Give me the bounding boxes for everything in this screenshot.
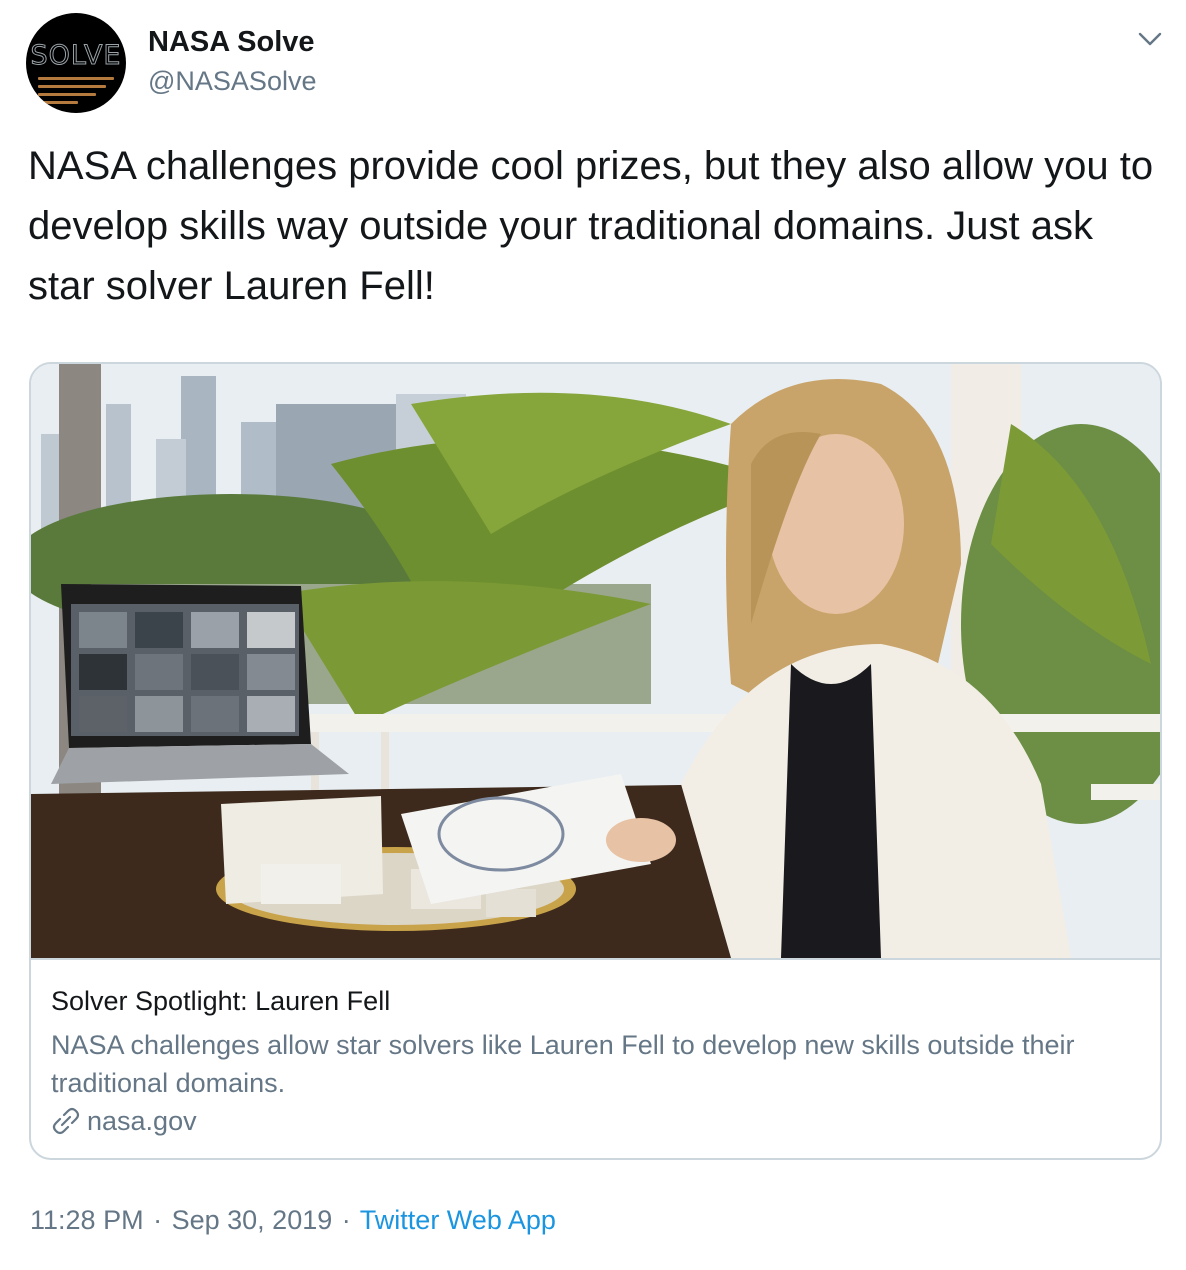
card-title[interactable]: Solver Spotlight: Lauren Fell	[51, 986, 390, 1017]
meta-separator: ·	[153, 1205, 163, 1235]
chevron-down-icon[interactable]	[1137, 30, 1163, 48]
tweet-date[interactable]: Sep 30, 2019	[172, 1205, 333, 1235]
author-handle[interactable]: @NASASolve	[148, 66, 316, 97]
tweet-time[interactable]: 11:28 PM	[30, 1205, 144, 1235]
avatar-tagline-graphic	[38, 77, 114, 109]
card-description: NASA challenges allow star solvers like …	[51, 1030, 1075, 1098]
card-link[interactable]: nasa.gov	[51, 1105, 197, 1137]
card-body[interactable]: Solver Spotlight: Lauren Fell NASA chall…	[31, 958, 1160, 1158]
card-domain: nasa.gov	[87, 1105, 197, 1136]
tweet-meta: 11:28 PM · Sep 30, 2019 · Twitter Web Ap…	[30, 1205, 556, 1236]
avatar-logo: SOLVE	[30, 40, 122, 72]
link-icon	[52, 1107, 80, 1135]
avatar[interactable]: SOLVE	[26, 13, 126, 113]
card-image[interactable]	[31, 364, 1160, 958]
meta-separator: ·	[341, 1205, 351, 1235]
tweet-text: NASA challenges provide cool prizes, but…	[28, 144, 1154, 308]
author-name[interactable]: NASA Solve	[148, 26, 315, 59]
link-card[interactable]: Solver Spotlight: Lauren Fell NASA chall…	[29, 362, 1162, 1160]
tweet-source-link[interactable]: Twitter Web App	[360, 1205, 556, 1235]
